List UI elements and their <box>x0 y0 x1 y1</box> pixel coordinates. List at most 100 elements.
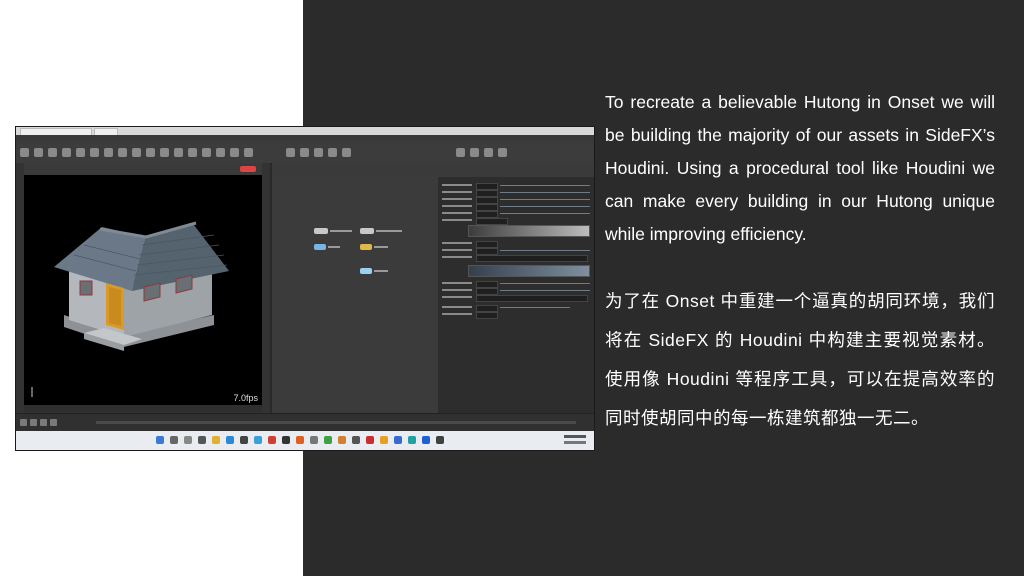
network-editor[interactable] <box>272 177 438 413</box>
english-description: To recreate a believable Hutong in Onset… <box>605 92 995 244</box>
play-control-button[interactable] <box>40 419 47 426</box>
window-titlebar <box>16 127 594 136</box>
shelf-tool-icon[interactable] <box>470 148 479 157</box>
shelf-tool-icon[interactable] <box>132 148 141 157</box>
parameter-editor[interactable] <box>438 177 594 413</box>
shelf-tool-icon[interactable] <box>90 148 99 157</box>
shelf-tool-icon[interactable] <box>20 148 29 157</box>
taskview-icon[interactable] <box>184 436 192 444</box>
ramp-widget[interactable] <box>468 225 590 237</box>
parameter-row[interactable] <box>438 255 594 262</box>
parameter-row[interactable] <box>438 295 594 302</box>
app-icon[interactable] <box>198 436 206 444</box>
shelf-tool-icon[interactable] <box>34 148 43 157</box>
shelf-tool-icon[interactable] <box>286 148 295 157</box>
app-icon[interactable] <box>436 436 444 444</box>
app-icon[interactable] <box>296 436 304 444</box>
app-icon[interactable] <box>310 436 318 444</box>
parameter-row[interactable] <box>438 218 594 225</box>
node-label <box>376 230 402 232</box>
play-control-button[interactable] <box>50 419 57 426</box>
shelf-tool-icon[interactable] <box>216 148 225 157</box>
app-icon[interactable] <box>422 436 430 444</box>
shelf-tool-icon[interactable] <box>160 148 169 157</box>
network-node[interactable] <box>314 244 326 250</box>
app-icon[interactable] <box>394 436 402 444</box>
network-node[interactable] <box>360 244 372 250</box>
app-icon[interactable] <box>268 436 276 444</box>
shelf-tool-icon[interactable] <box>146 148 155 157</box>
app-icon[interactable] <box>352 436 360 444</box>
house-door-panel <box>109 287 121 326</box>
parameter-row[interactable] <box>438 183 594 190</box>
chinese-description: 为了在 Onset 中重建一个逼真的胡同环境，我们将在 SideFX 的 Hou… <box>605 291 995 428</box>
os-taskbar <box>16 431 594 450</box>
shelf-tool-icon[interactable] <box>498 148 507 157</box>
start-icon[interactable] <box>156 436 164 444</box>
taskbar-clock-time <box>564 435 586 438</box>
parameter-row[interactable] <box>438 248 594 255</box>
viewport-status-badge[interactable] <box>240 166 256 172</box>
app-icon[interactable] <box>254 436 262 444</box>
shelf-tool-icon[interactable] <box>456 148 465 157</box>
fps-readout: 7.0fps <box>233 393 258 403</box>
house-window <box>79 280 93 296</box>
parameter-row[interactable] <box>438 211 594 218</box>
shelf-tool-icon[interactable] <box>314 148 323 157</box>
network-node[interactable] <box>314 228 328 234</box>
parameter-row[interactable] <box>438 305 594 312</box>
parameter-row[interactable] <box>438 190 594 197</box>
shelf-tool-icon[interactable] <box>76 148 85 157</box>
playbar-timeline[interactable] <box>16 413 594 432</box>
viewport-status-bar <box>24 405 262 413</box>
network-node[interactable] <box>360 268 372 274</box>
viewport-header <box>24 163 262 175</box>
app-icon[interactable] <box>240 436 248 444</box>
shelf-tool-icon[interactable] <box>342 148 351 157</box>
network-node[interactable] <box>360 228 374 234</box>
shelf-tool-icon[interactable] <box>484 148 493 157</box>
ramp-widget[interactable] <box>468 265 590 277</box>
hutong-house-model <box>31 221 229 397</box>
shelf-tool-icon[interactable] <box>174 148 183 157</box>
shelf-tool-icon[interactable] <box>230 148 239 157</box>
shelf-tool-icon[interactable] <box>62 148 71 157</box>
search-icon[interactable] <box>170 436 178 444</box>
parameter-row[interactable] <box>438 204 594 211</box>
network-editor-header <box>272 163 438 177</box>
parameter-row[interactable] <box>438 197 594 204</box>
parameter-row[interactable] <box>438 312 594 319</box>
3d-viewport[interactable]: 7.0fps <box>24 175 262 405</box>
app-icon[interactable] <box>324 436 332 444</box>
parameter-row[interactable] <box>438 241 594 248</box>
parameter-row[interactable] <box>438 281 594 288</box>
viewport-right-toolbar[interactable] <box>262 163 270 413</box>
play-control-button[interactable] <box>30 419 37 426</box>
app-icon[interactable] <box>380 436 388 444</box>
node-label <box>374 270 388 272</box>
app-icon[interactable] <box>226 436 234 444</box>
shelf-tool-icon[interactable] <box>328 148 337 157</box>
houdini-screenshot: 7.0fps <box>15 126 595 451</box>
folder-icon[interactable] <box>212 436 220 444</box>
node-label <box>374 246 388 248</box>
app-icon[interactable] <box>282 436 290 444</box>
shelf-tool-icon[interactable] <box>244 148 253 157</box>
app-icon[interactable] <box>338 436 346 444</box>
app-icon[interactable] <box>366 436 374 444</box>
play-control-button[interactable] <box>20 419 27 426</box>
shelf-tool-icon[interactable] <box>202 148 211 157</box>
node-label <box>328 246 340 248</box>
tool-shelf <box>16 143 594 164</box>
node-label <box>330 230 352 232</box>
shelf-tool-icon[interactable] <box>188 148 197 157</box>
shelf-tool-icon[interactable] <box>118 148 127 157</box>
menu-bar[interactable] <box>16 135 594 143</box>
timeline-track[interactable] <box>96 421 576 424</box>
shelf-tool-icon[interactable] <box>300 148 309 157</box>
shelf-tool-icon[interactable] <box>48 148 57 157</box>
app-icon[interactable] <box>408 436 416 444</box>
parameter-row[interactable] <box>438 288 594 295</box>
viewport-left-toolbar[interactable] <box>16 163 24 413</box>
shelf-tool-icon[interactable] <box>104 148 113 157</box>
